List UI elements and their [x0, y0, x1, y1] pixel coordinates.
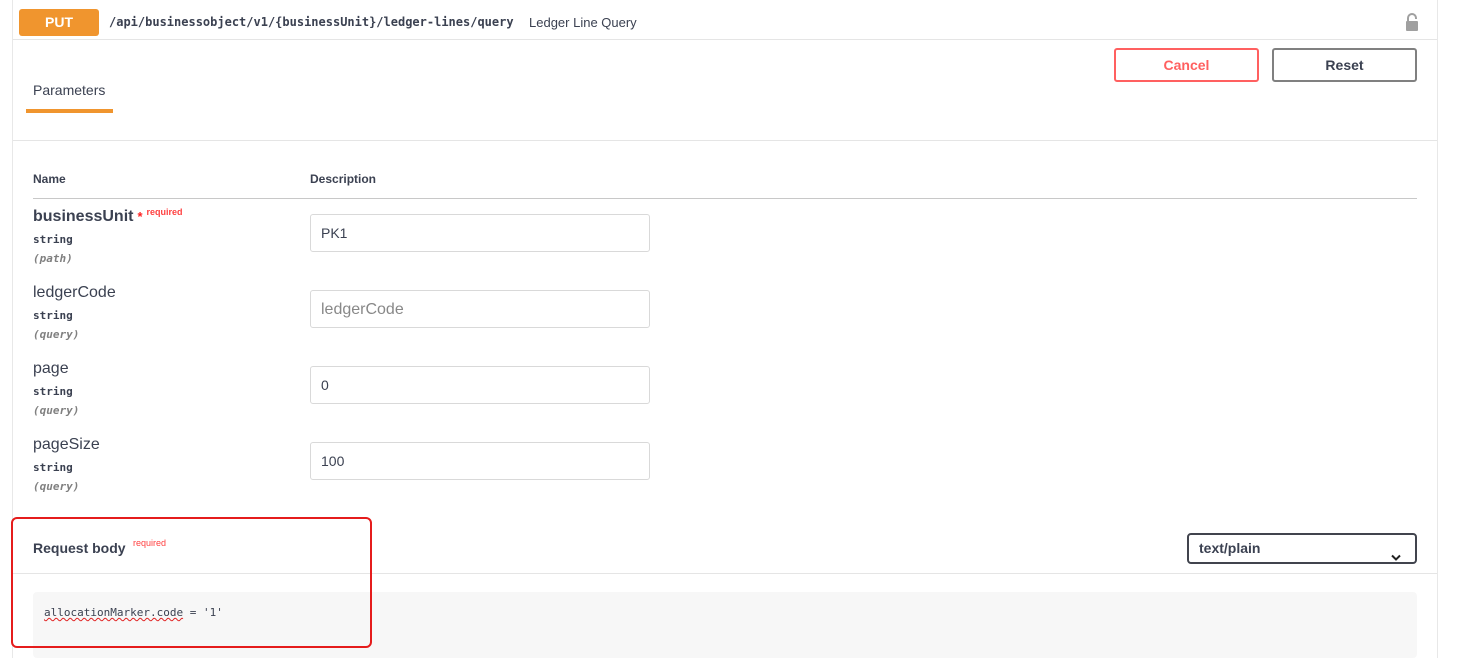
operation-block: PUT /api/businessobject/v1/{businessUnit… [12, 0, 1438, 658]
parameters-section-header: Parameters Cancel Reset [13, 41, 1437, 141]
header-divider [33, 198, 1417, 199]
required-label: required [133, 538, 167, 548]
chevron-down-icon [1391, 544, 1401, 561]
param-location: (path) [33, 252, 73, 265]
param-type: string [33, 233, 73, 246]
method-badge: PUT [19, 9, 99, 36]
parameters-table: Name Description businessUnit * required s… [13, 142, 1437, 522]
param-type: string [33, 309, 73, 322]
code-remainder: = '1' [183, 606, 223, 619]
pagesize-input[interactable] [310, 442, 650, 480]
spellcheck-underlined-text: allocationMarker.code [44, 606, 184, 619]
ledgercode-input[interactable] [310, 290, 650, 328]
required-star: * [137, 209, 143, 224]
businessunit-input[interactable] [310, 214, 650, 252]
param-name-page: page [33, 360, 69, 377]
reset-button[interactable]: Reset [1272, 48, 1417, 82]
request-body-title: Request body [33, 540, 126, 556]
param-type: string [33, 461, 73, 474]
required-label: required [146, 207, 183, 217]
request-body-content: allocationMarker.code = '1' [13, 575, 1437, 658]
cancel-button[interactable]: Cancel [1114, 48, 1259, 82]
param-location: (query) [33, 328, 80, 341]
column-header-name: Name [33, 172, 66, 186]
request-body-textarea[interactable]: allocationMarker.code = '1' [33, 592, 1417, 658]
operation-path: /api/businessobject/v1/{businessUnit}/le… [109, 15, 514, 29]
param-name-ledgercode: ledgerCode [33, 284, 116, 301]
operation-description: Ledger Line Query [529, 15, 637, 30]
tab-parameters[interactable]: Parameters [33, 82, 105, 98]
param-location: (query) [33, 404, 80, 417]
param-name-businessunit: businessUnit * required [33, 207, 183, 225]
param-type: string [33, 385, 73, 398]
request-body-header: Request body required text/plain [13, 522, 1437, 574]
param-location: (query) [33, 480, 80, 493]
page-input[interactable] [310, 366, 650, 404]
content-type-select[interactable]: text/plain [1187, 533, 1417, 564]
request-body-code: allocationMarker.code = '1' [44, 606, 223, 619]
tab-active-indicator [26, 109, 113, 113]
param-name-pagesize: pageSize [33, 436, 100, 453]
content-type-value: text/plain [1199, 540, 1261, 556]
lock-icon[interactable] [1405, 12, 1419, 32]
operation-summary[interactable]: PUT /api/businessobject/v1/{businessUnit… [13, 4, 1437, 40]
column-header-description: Description [310, 172, 377, 186]
